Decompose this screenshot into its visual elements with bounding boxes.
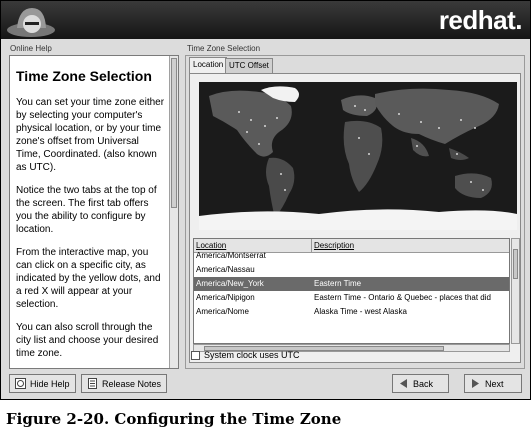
online-help-label: Online Help — [10, 44, 52, 53]
help-text: Time Zone Selection You can set your tim… — [16, 68, 166, 368]
tab-location[interactable]: Location — [189, 57, 228, 73]
time-zone-section-label: Time Zone Selection — [187, 44, 261, 53]
world-map[interactable] — [199, 82, 517, 230]
hide-help-button[interactable]: Hide Help — [9, 374, 76, 393]
figure-caption: Figure 2-20. Configuring the Time Zone — [6, 410, 342, 428]
back-arrow-icon — [400, 379, 407, 388]
row-description: Eastern Time - Ontario & Quebec - places… — [314, 293, 491, 302]
help-paragraph: Notice the two tabs at the top of the sc… — [16, 185, 157, 235]
list-item[interactable]: America/Nassau — [194, 263, 509, 277]
notes-icon — [88, 378, 97, 389]
help-pane: Time Zone Selection You can set your tim… — [9, 55, 179, 369]
utc-clock-option[interactable]: System clock uses UTC — [191, 350, 300, 360]
header-banner: redhat. — [1, 1, 530, 39]
location-tab-panel: Location Description America/Montserrat … — [189, 73, 521, 363]
tab-utc-offset[interactable]: UTC Offset — [225, 58, 273, 73]
row-location: America/New_York — [196, 279, 264, 288]
help-toggle-icon — [15, 378, 26, 389]
back-button[interactable]: Back — [392, 374, 449, 393]
back-label: Back — [413, 378, 434, 389]
help-paragraph: You can set your time zone either by sel… — [16, 97, 165, 173]
utc-checkbox-label: System clock uses UTC — [204, 350, 300, 360]
list-item[interactable]: America/Nipigon Eastern Time - Ontario &… — [194, 291, 509, 305]
next-button[interactable]: Next — [464, 374, 522, 393]
release-notes-button[interactable]: Release Notes — [81, 374, 168, 393]
row-description: Alaska Time - west Alaska — [314, 307, 407, 316]
next-label: Next — [485, 378, 504, 389]
help-title: Time Zone Selection — [16, 68, 152, 84]
time-zone-list[interactable]: Location Description America/Montserrat … — [193, 238, 510, 344]
help-paragraph: From the interactive map, you can click … — [16, 247, 161, 310]
row-location: America/Montserrat — [196, 251, 266, 260]
list-vscroll-thumb[interactable] — [513, 249, 518, 279]
time-zone-frame: Location UTC Offset Location Description… — [185, 55, 525, 369]
redhat-wordmark: redhat. — [438, 5, 523, 35]
installer-window: redhat. Online Help Time Zone Selection … — [0, 0, 531, 400]
list-item-selected[interactable]: America/New_York Eastern Time — [194, 277, 509, 291]
help-scroll-thumb[interactable] — [171, 58, 177, 208]
list-item[interactable]: America/Nome Alaska Time - west Alaska — [194, 305, 509, 319]
help-paragraph: You can also scroll through the city lis… — [16, 322, 159, 359]
release-notes-label: Release Notes — [102, 378, 162, 389]
row-location: America/Nome — [196, 307, 249, 316]
help-scrollbar[interactable] — [169, 56, 178, 368]
hide-help-label: Hide Help — [30, 378, 70, 389]
next-arrow-icon — [472, 379, 479, 388]
list-item[interactable]: America/Montserrat — [194, 249, 509, 263]
utc-checkbox[interactable] — [191, 350, 200, 360]
row-location: America/Nipigon — [196, 293, 255, 302]
shadowman-logo — [7, 8, 55, 37]
list-vertical-scrollbar[interactable] — [511, 238, 520, 344]
row-location: America/Nassau — [196, 265, 255, 274]
row-description: Eastern Time — [314, 279, 362, 288]
